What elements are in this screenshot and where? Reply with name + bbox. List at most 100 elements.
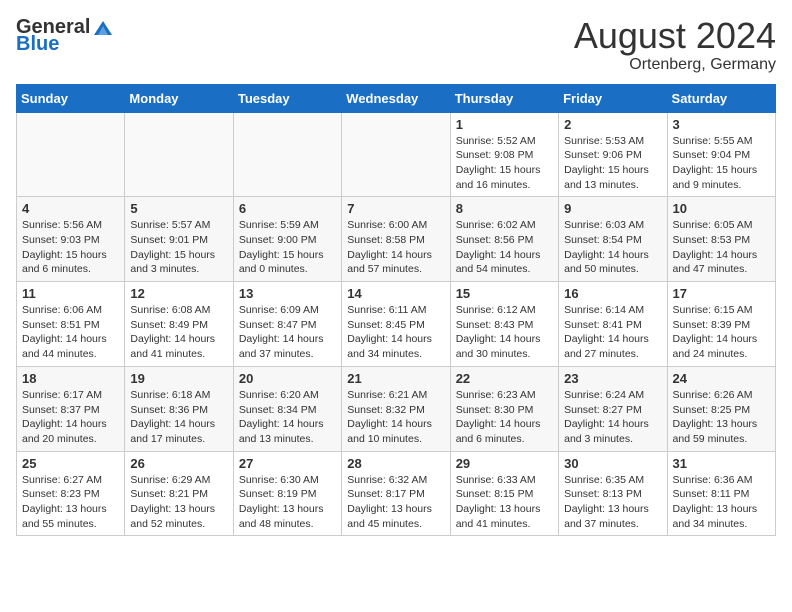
day-number-31: 31 [673,456,770,471]
day-info-24: Sunrise: 6:26 AM Sunset: 8:25 PM Dayligh… [673,388,770,447]
cell-w3-d4: 14 Sunrise: 6:11 AM Sunset: 8:45 PM Dayli… [342,282,450,367]
col-header-wednesday: Wednesday [342,84,450,112]
cell-w2-d1: 4Sunrise: 5:56 AM Sunset: 9:03 PM Daylig… [17,197,125,282]
cell-w2-d5: 8 Sunrise: 6:02 AM Sunset: 8:56 PM Daylig… [450,197,558,282]
day-info-21: Sunrise: 6:21 AM Sunset: 8:32 PM Dayligh… [347,388,444,447]
day-number-20: 20 [239,371,336,386]
day-number-2: 2 [564,117,661,132]
day-info-10: Sunrise: 6:05 AM Sunset: 8:53 PM Dayligh… [673,218,770,277]
day-number-14: 14 [347,286,444,301]
col-header-friday: Friday [559,84,667,112]
day-number-17: 17 [673,286,770,301]
cell-w1-d2 [125,112,233,197]
cell-w4-d1: 18 Sunrise: 6:17 AM Sunset: 8:37 PM Dayli… [17,366,125,451]
month-year-title: August 2024 [574,16,776,56]
cell-w1-d6: 2 Sunrise: 5:53 AM Sunset: 9:06 PM Daylig… [559,112,667,197]
day-number-26: 26 [130,456,227,471]
cell-w5-d5: 29Sunrise: 6:33 AM Sunset: 8:15 PM Dayli… [450,451,558,536]
day-info-28: Sunrise: 6:32 AM Sunset: 8:17 PM Dayligh… [347,473,444,532]
cell-w2-d4: 7 Sunrise: 6:00 AM Sunset: 8:58 PM Daylig… [342,197,450,282]
calendar-table: Sunday Monday Tuesday Wednesday Thursday… [16,84,776,537]
day-info-30: Sunrise: 6:35 AM Sunset: 8:13 PM Dayligh… [564,473,661,532]
day-info-7: Sunrise: 6:00 AM Sunset: 8:58 PM Dayligh… [347,218,444,277]
day-number-10: 10 [673,201,770,216]
col-header-tuesday: Tuesday [233,84,341,112]
day-info-17: Sunrise: 6:15 AM Sunset: 8:39 PM Dayligh… [673,303,770,362]
day-info-15: Sunrise: 6:12 AM Sunset: 8:43 PM Dayligh… [456,303,553,362]
day-info-8: Sunrise: 6:02 AM Sunset: 8:56 PM Dayligh… [456,218,553,277]
cell-w1-d1 [17,112,125,197]
col-header-monday: Monday [125,84,233,112]
week-row-3: 11 Sunrise: 6:06 AM Sunset: 8:51 PM Dayli… [17,282,776,367]
day-info-27: Sunrise: 6:30 AM Sunset: 8:19 PM Dayligh… [239,473,336,532]
cell-w5-d1: 25 Sunrise: 6:27 AM Sunset: 8:23 PM Dayli… [17,451,125,536]
day-info-25: Sunrise: 6:27 AM Sunset: 8:23 PM Dayligh… [22,473,119,532]
cell-w3-d3: 13Sunrise: 6:09 AM Sunset: 8:47 PM Dayli… [233,282,341,367]
cell-w4-d6: 23 Sunrise: 6:24 AM Sunset: 8:27 PM Dayli… [559,366,667,451]
cell-w4-d4: 21 Sunrise: 6:21 AM Sunset: 8:32 PM Dayli… [342,366,450,451]
day-number-1: 1 [456,117,553,132]
day-number-27: 27 [239,456,336,471]
cell-w3-d1: 11 Sunrise: 6:06 AM Sunset: 8:51 PM Dayli… [17,282,125,367]
day-number-30: 30 [564,456,661,471]
cell-w2-d3: 6 Sunrise: 5:59 AM Sunset: 9:00 PM Daylig… [233,197,341,282]
day-number-21: 21 [347,371,444,386]
week-row-4: 18 Sunrise: 6:17 AM Sunset: 8:37 PM Dayli… [17,366,776,451]
day-number-7: 7 [347,201,444,216]
cell-w5-d6: 30 Sunrise: 6:35 AM Sunset: 8:13 PM Dayli… [559,451,667,536]
cell-w2-d7: 10 Sunrise: 6:05 AM Sunset: 8:53 PM Dayli… [667,197,775,282]
cell-w5-d3: 27 Sunrise: 6:30 AM Sunset: 8:19 PM Dayli… [233,451,341,536]
cell-w3-d6: 16Sunrise: 6:14 AM Sunset: 8:41 PM Dayli… [559,282,667,367]
day-info-29: Sunrise: 6:33 AM Sunset: 8:15 PM Dayligh… [456,473,553,532]
day-number-23: 23 [564,371,661,386]
cell-w4-d5: 22Sunrise: 6:23 AM Sunset: 8:30 PM Dayli… [450,366,558,451]
day-info-1: Sunrise: 5:52 AM Sunset: 9:08 PM Dayligh… [456,134,553,193]
day-info-2: Sunrise: 5:53 AM Sunset: 9:06 PM Dayligh… [564,134,661,193]
cell-w4-d7: 24 Sunrise: 6:26 AM Sunset: 8:25 PM Dayli… [667,366,775,451]
logo-icon [94,21,112,35]
day-info-18: Sunrise: 6:17 AM Sunset: 8:37 PM Dayligh… [22,388,119,447]
day-number-9: 9 [564,201,661,216]
cell-w1-d5: 1 Sunrise: 5:52 AM Sunset: 9:08 PM Daylig… [450,112,558,197]
cell-w3-d5: 15 Sunrise: 6:12 AM Sunset: 8:43 PM Dayli… [450,282,558,367]
logo: General Blue [16,16,112,56]
col-header-thursday: Thursday [450,84,558,112]
day-info-14: Sunrise: 6:11 AM Sunset: 8:45 PM Dayligh… [347,303,444,362]
day-info-26: Sunrise: 6:29 AM Sunset: 8:21 PM Dayligh… [130,473,227,532]
day-number-25: 25 [22,456,119,471]
cell-w3-d7: 17 Sunrise: 6:15 AM Sunset: 8:39 PM Dayli… [667,282,775,367]
day-info-11: Sunrise: 6:06 AM Sunset: 8:51 PM Dayligh… [22,303,119,362]
week-row-5: 25 Sunrise: 6:27 AM Sunset: 8:23 PM Dayli… [17,451,776,536]
day-number-24: 24 [673,371,770,386]
col-header-saturday: Saturday [667,84,775,112]
col-header-sunday: Sunday [17,84,125,112]
day-number-4: 4 [22,201,119,216]
cell-w1-d3 [233,112,341,197]
day-info-3: Sunrise: 5:55 AM Sunset: 9:04 PM Dayligh… [673,134,770,193]
day-number-12: 12 [130,286,227,301]
day-number-11: 11 [22,286,119,301]
day-info-31: Sunrise: 6:36 AM Sunset: 8:11 PM Dayligh… [673,473,770,532]
logo-blue-text: Blue [16,33,59,56]
day-number-18: 18 [22,371,119,386]
day-info-23: Sunrise: 6:24 AM Sunset: 8:27 PM Dayligh… [564,388,661,447]
title-block: August 2024 Ortenberg, Germany [574,16,776,74]
week-row-1: 1 Sunrise: 5:52 AM Sunset: 9:08 PM Daylig… [17,112,776,197]
page-header: General Blue August 2024 Ortenberg, Germ… [16,16,776,74]
cell-w2-d2: 5Sunrise: 5:57 AM Sunset: 9:01 PM Daylig… [125,197,233,282]
day-info-12: Sunrise: 6:08 AM Sunset: 8:49 PM Dayligh… [130,303,227,362]
cell-w3-d2: 12 Sunrise: 6:08 AM Sunset: 8:49 PM Dayli… [125,282,233,367]
day-number-5: 5 [130,201,227,216]
day-number-19: 19 [130,371,227,386]
day-info-13: Sunrise: 6:09 AM Sunset: 8:47 PM Dayligh… [239,303,336,362]
day-number-8: 8 [456,201,553,216]
cell-w1-d7: 3 Sunrise: 5:55 AM Sunset: 9:04 PM Daylig… [667,112,775,197]
cell-w5-d7: 31 Sunrise: 6:36 AM Sunset: 8:11 PM Dayli… [667,451,775,536]
day-number-15: 15 [456,286,553,301]
cell-w4-d3: 20Sunrise: 6:20 AM Sunset: 8:34 PM Dayli… [233,366,341,451]
day-info-6: Sunrise: 5:59 AM Sunset: 9:00 PM Dayligh… [239,218,336,277]
day-number-3: 3 [673,117,770,132]
day-number-16: 16 [564,286,661,301]
week-row-2: 4Sunrise: 5:56 AM Sunset: 9:03 PM Daylig… [17,197,776,282]
day-number-6: 6 [239,201,336,216]
